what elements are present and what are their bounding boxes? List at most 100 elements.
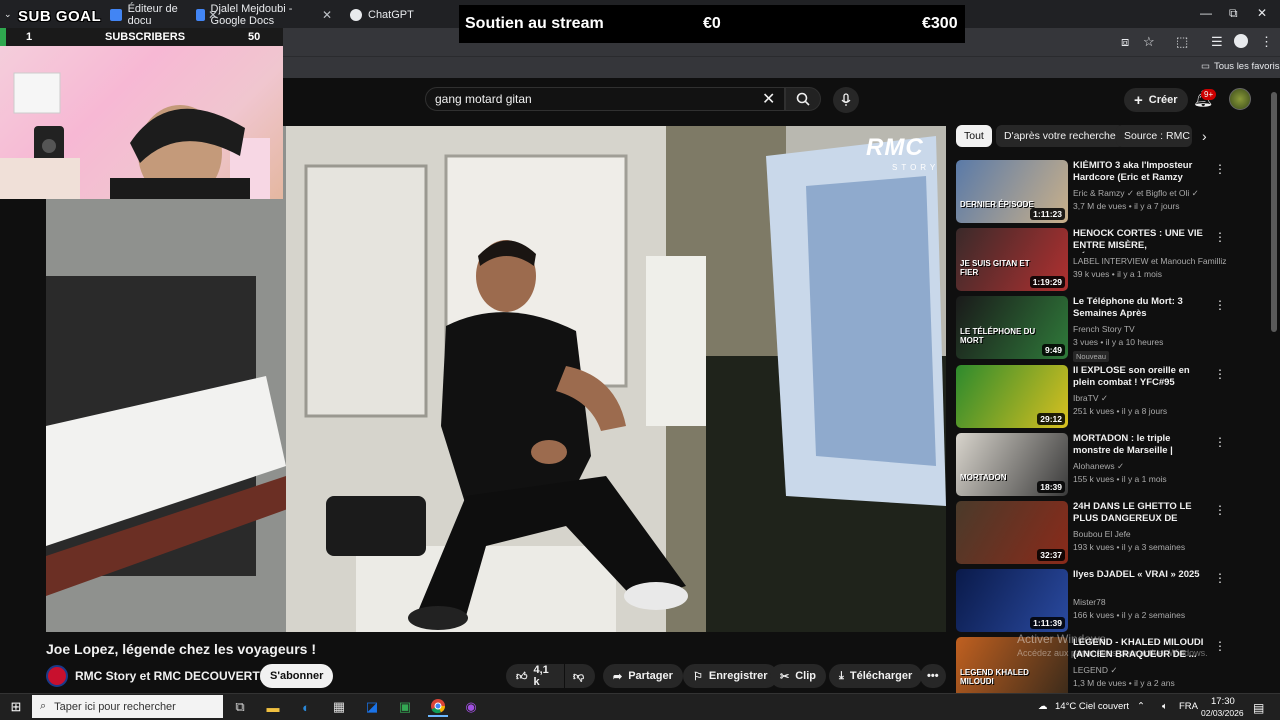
- tab-chatgpt[interactable]: ChatGPT: [344, 4, 454, 26]
- clip-button[interactable]: ✂ Clip: [770, 664, 826, 688]
- more-vertical-icon[interactable]: ⋮: [1214, 298, 1226, 312]
- recommendation-title[interactable]: Il EXPLOSE son oreille en plein combat !…: [1073, 365, 1209, 389]
- recommendation-item[interactable]: 32:37 24H DANS LE GHETTO LE PLUS DANGEREU…: [956, 501, 1226, 565]
- chip-all[interactable]: Tout: [956, 125, 992, 147]
- recommendation-item[interactable]: LE TÉLÉPHONE DU MORT 9:49 Le Téléphone du …: [956, 296, 1226, 363]
- activate-windows-title: Activer Windows: [1017, 632, 1106, 646]
- language-indicator[interactable]: FRA: [1179, 701, 1198, 712]
- subgoal-bar: 1 SUBSCRIBERS 50: [0, 28, 283, 46]
- like-button[interactable]: 👍︎ 4,1 k: [506, 664, 564, 688]
- tab-list-chevron-icon[interactable]: ⌄: [4, 9, 12, 20]
- video-thumbnail[interactable]: 32:37: [956, 501, 1068, 564]
- clear-search-icon[interactable]: ✕: [762, 89, 775, 109]
- thumbnail-text: JE SUIS GITAN ET FIER: [960, 259, 1030, 278]
- video-thumbnail[interactable]: MORTADON 18:39: [956, 432, 1068, 496]
- notification-center-icon[interactable]: ▤: [1253, 701, 1264, 715]
- cast-icon[interactable]: ⧈: [1121, 34, 1129, 50]
- close-tab-icon[interactable]: ✕: [322, 8, 332, 22]
- recommendation-channel[interactable]: Mister78: [1073, 597, 1106, 607]
- create-button[interactable]: + Créer: [1124, 88, 1188, 112]
- obs-icon[interactable]: ◉: [461, 697, 481, 717]
- taskbar-search-input[interactable]: ⌕ Taper ici pour rechercher: [32, 695, 223, 718]
- recommendation-item[interactable]: DERNIER ÉPISODE 1:11:23 KIÉMITO 3 aka l'Im…: [956, 160, 1226, 224]
- more-vertical-icon[interactable]: ⋮: [1214, 367, 1226, 381]
- more-vertical-icon[interactable]: ⋮: [1214, 162, 1226, 176]
- task-view-icon[interactable]: ⧉: [230, 697, 250, 717]
- recommendation-title[interactable]: KIÉMITO 3 aka l'Imposteur Hardcore (Eric…: [1073, 160, 1209, 185]
- voice-search-button[interactable]: [833, 87, 859, 113]
- file-explorer-icon[interactable]: ▬: [263, 697, 283, 717]
- chevron-right-icon[interactable]: ›: [1202, 128, 1207, 144]
- recommendation-item[interactable]: 1:11:39 Ilyes DJADEL « VRAI » 2025 Mister7…: [956, 569, 1226, 633]
- clock-date[interactable]: 02/03/2026: [1201, 708, 1244, 718]
- video-thumbnail[interactable]: 29:12: [956, 364, 1068, 428]
- profile-icon[interactable]: [1234, 34, 1248, 48]
- more-vertical-icon[interactable]: ⋮: [1214, 230, 1226, 244]
- app-green-icon[interactable]: ▣: [395, 697, 415, 717]
- thumbnail-text: DERNIER ÉPISODE: [960, 200, 1034, 209]
- recommendation-channel[interactable]: Boubou El Jefe: [1073, 529, 1131, 539]
- donation-current: €0: [703, 15, 721, 32]
- bookmark-star-icon[interactable]: ☆: [1143, 34, 1155, 50]
- more-vertical-icon[interactable]: ⋮: [1214, 503, 1226, 517]
- recommendation-title[interactable]: MORTADON : le triple monstre de Marseill…: [1073, 433, 1209, 458]
- channel-name[interactable]: RMC Story et RMC DECOUVERTE ✔: [75, 669, 279, 683]
- recommendation-item[interactable]: 29:12 Il EXPLOSE son oreille en plein com…: [956, 364, 1226, 429]
- recommendation-channel[interactable]: LABEL INTERVIEW et Manouch Familliz: [1073, 256, 1227, 266]
- donation-goal-label: Soutien au stream: [465, 15, 604, 32]
- clock-time[interactable]: 17:30: [1211, 696, 1235, 707]
- recommendation-channel[interactable]: Alohanews ✓: [1073, 461, 1124, 472]
- dislike-button[interactable]: 👎︎: [565, 664, 595, 688]
- more-vertical-icon[interactable]: ⋮: [1214, 435, 1226, 449]
- tray-chevron-icon[interactable]: ⌃: [1137, 701, 1145, 712]
- extensions-icon[interactable]: ⬚: [1176, 34, 1188, 50]
- subscribe-button[interactable]: S'abonner: [260, 664, 334, 688]
- chrome-icon[interactable]: [428, 697, 448, 717]
- recommendation-channel[interactable]: French Story TV: [1073, 324, 1135, 334]
- minimize-icon[interactable]: —: [1200, 6, 1212, 20]
- search-button[interactable]: [785, 87, 821, 111]
- chip-related[interactable]: D'après votre recherche: [996, 125, 1124, 147]
- scrollbar[interactable]: [1271, 92, 1277, 332]
- recommendation-channel[interactable]: IbraTV ✓: [1073, 393, 1108, 404]
- chip-source[interactable]: Source : RMC S: [1116, 125, 1192, 147]
- outlook-icon[interactable]: ◪: [362, 697, 382, 717]
- recommendation-title[interactable]: Le Téléphone du Mort: 3 Semaines Après l…: [1073, 296, 1209, 321]
- apps-icon[interactable]: ▦: [329, 697, 349, 717]
- save-button[interactable]: ⚐ Enregistrer: [683, 664, 778, 688]
- search-input[interactable]: gang motard gitan: [425, 87, 785, 111]
- more-vertical-icon[interactable]: ⋮: [1214, 571, 1226, 585]
- restore-icon[interactable]: ⧉: [1229, 6, 1238, 21]
- weather-text[interactable]: 14°C Ciel couvert: [1055, 701, 1129, 712]
- notification-count-badge: 9+: [1201, 89, 1217, 100]
- recommendation-channel[interactable]: Eric & Ramzy ✓ et Bigflo et Oli ✓: [1073, 188, 1199, 199]
- recommendation-item[interactable]: MORTADON 18:39 MORTADON : le triple monstr…: [956, 432, 1226, 497]
- video-thumbnail[interactable]: LE TÉLÉPHONE DU MORT 9:49: [956, 296, 1068, 360]
- edge-icon[interactable]: ◐: [296, 697, 316, 717]
- video-thumbnail[interactable]: DERNIER ÉPISODE 1:11:23: [956, 160, 1068, 223]
- more-vertical-icon[interactable]: ⋮: [1214, 639, 1226, 653]
- more-actions-button[interactable]: •••: [920, 664, 946, 688]
- close-window-icon[interactable]: ✕: [1257, 6, 1267, 20]
- reading-list-icon[interactable]: ☰: [1211, 34, 1223, 50]
- download-button[interactable]: ⤓ Télécharger: [829, 664, 923, 688]
- recommendation-title[interactable]: HENOCK CORTES : UNE VIE ENTRE MISÈRE, DÉ…: [1073, 228, 1209, 253]
- menu-dots-icon[interactable]: ⋮: [1260, 34, 1273, 50]
- volume-icon[interactable]: 🔈︎: [1162, 701, 1168, 712]
- windows-start-icon[interactable]: ⊞: [6, 697, 26, 717]
- channel-avatar[interactable]: [46, 665, 68, 687]
- donation-target: €300: [922, 15, 958, 32]
- tab-google-docs[interactable]: Djalel Mejdoubi - Google Docs ✕: [190, 3, 338, 27]
- recommendation-meta: 3 vues • il y a 10 heures: [1073, 337, 1164, 348]
- video-thumbnail[interactable]: JE SUIS GITAN ET FIER 1:19:29: [956, 228, 1068, 292]
- avatar[interactable]: [1229, 88, 1251, 110]
- recommendation-title[interactable]: 24H DANS LE GHETTO LE PLUS DANGEREUX DE …: [1073, 501, 1209, 526]
- recommendation-title[interactable]: Ilyes DJADEL « VRAI » 2025: [1073, 569, 1209, 581]
- all-bookmarks[interactable]: ▭ Tous les favoris: [1201, 61, 1279, 72]
- share-button[interactable]: ➦ Partager: [603, 664, 683, 688]
- video-player[interactable]: RMC STORY: [46, 126, 946, 632]
- recommendation-channel[interactable]: LEGEND ✓: [1073, 665, 1117, 676]
- video-thumbnail[interactable]: 1:11:39: [956, 569, 1068, 633]
- recommendation-item[interactable]: JE SUIS GITAN ET FIER 1:19:29 HENOCK CORTE…: [956, 228, 1227, 292]
- webcam-feed: [0, 72, 270, 201]
